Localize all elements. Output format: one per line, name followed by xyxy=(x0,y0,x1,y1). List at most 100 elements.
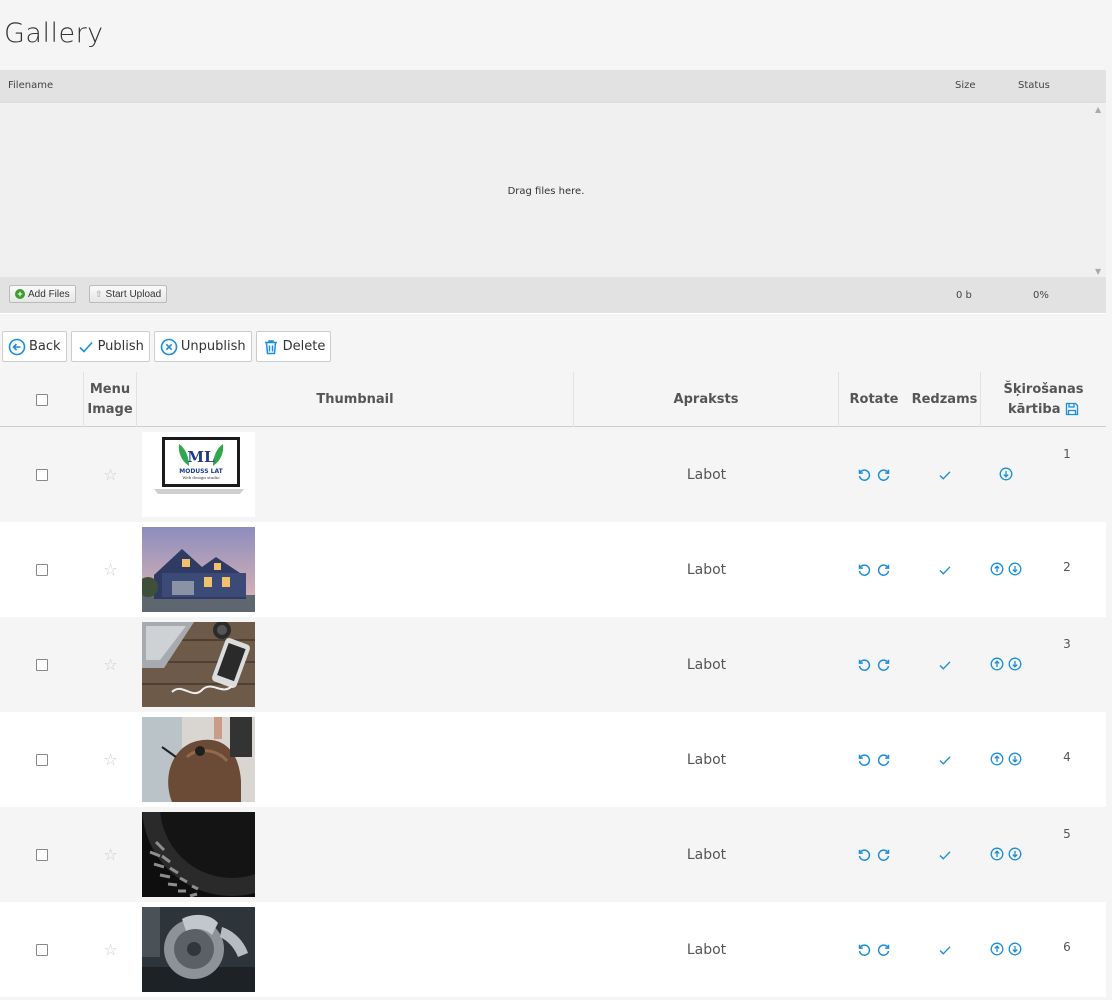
row-checkbox[interactable] xyxy=(36,563,48,576)
rotate-right-icon[interactable] xyxy=(877,753,891,767)
arrow-down-circle-icon[interactable] xyxy=(1008,847,1022,861)
arrow-up-circle-icon[interactable] xyxy=(990,657,1004,671)
th-order-label-2: kārtiba xyxy=(1007,401,1061,417)
brake-repair-photo[interactable] xyxy=(142,907,255,992)
order-input[interactable]: 2 xyxy=(1045,542,1089,592)
star-icon[interactable]: ☆ xyxy=(103,560,117,579)
page-title: Gallery xyxy=(4,18,104,49)
rotate-left-icon[interactable] xyxy=(857,943,871,957)
publish-button[interactable]: Publish xyxy=(70,331,150,362)
star-icon[interactable]: ☆ xyxy=(103,655,117,674)
back-button[interactable]: Back xyxy=(2,331,67,362)
upload-arrow-icon: ⇧ xyxy=(95,288,103,299)
row-checkbox[interactable] xyxy=(36,468,48,481)
rotate-right-icon[interactable] xyxy=(877,848,891,862)
check-icon[interactable] xyxy=(938,563,952,577)
table-row: ☆ Labot 3 xyxy=(0,617,1106,712)
rotate-left-icon[interactable] xyxy=(857,468,871,482)
menu-image-cell: ☆ xyxy=(84,522,137,617)
order-cell: 1 xyxy=(1045,427,1089,522)
th-order-label-1: Šķirošanas xyxy=(1003,382,1084,397)
publish-label: Publish xyxy=(97,339,144,354)
labot-link[interactable]: Labot xyxy=(687,847,726,863)
check-icon[interactable] xyxy=(938,658,952,672)
table-row: ☆ Labot 5 xyxy=(0,807,1106,902)
apraksts-cell: Labot xyxy=(574,807,839,902)
drop-zone[interactable]: Drag files here. ▲ ▼ xyxy=(0,102,1106,278)
x-circle-icon xyxy=(160,338,178,355)
row-checkbox[interactable] xyxy=(36,943,48,956)
order-input[interactable]: 6 xyxy=(1045,922,1089,972)
order-arrows-cell xyxy=(981,807,1031,902)
order-arrows-cell xyxy=(981,902,1031,997)
laptop-phone-photo[interactable] xyxy=(142,622,255,707)
hair-styling-photo[interactable] xyxy=(142,717,255,802)
th-apraksts[interactable]: Apraksts xyxy=(574,372,839,427)
rotate-right-icon[interactable] xyxy=(877,943,891,957)
arrow-up-circle-icon[interactable] xyxy=(990,562,1004,576)
apraksts-cell: Labot xyxy=(574,617,839,712)
scroll-up-icon[interactable]: ▲ xyxy=(1095,105,1101,114)
order-arrows-cell xyxy=(981,712,1031,807)
labot-link[interactable]: Labot xyxy=(687,752,726,768)
row-checkbox[interactable] xyxy=(36,848,48,861)
unpublish-button[interactable]: Unpublish xyxy=(153,331,252,362)
start-upload-label: Start Upload xyxy=(105,288,162,300)
add-files-button[interactable]: + Add Files xyxy=(9,285,76,303)
labot-link[interactable]: Labot xyxy=(687,467,726,483)
arrow-up-circle-icon[interactable] xyxy=(990,847,1004,861)
rotate-right-icon[interactable] xyxy=(877,563,891,577)
check-icon[interactable] xyxy=(938,943,952,957)
check-icon[interactable] xyxy=(938,753,952,767)
row-checkbox[interactable] xyxy=(36,753,48,766)
rotate-right-icon[interactable] xyxy=(877,468,891,482)
moduss-lat-logo[interactable]: ML MODUSS LAT Web design studio xyxy=(142,432,255,517)
rotate-left-icon[interactable] xyxy=(857,563,871,577)
thumbnail-cell: ML MODUSS LAT Web design studio xyxy=(142,427,255,522)
arrow-down-circle-icon[interactable] xyxy=(1008,562,1022,576)
th-menu-image[interactable]: Menu Image xyxy=(84,372,137,427)
arrow-down-circle-icon[interactable] xyxy=(1008,752,1022,766)
arrow-down-circle-icon[interactable] xyxy=(1008,657,1022,671)
arrow-down-circle-icon[interactable] xyxy=(1008,942,1022,956)
save-icon[interactable] xyxy=(1065,402,1079,416)
drop-zone-scrollbar[interactable]: ▲ ▼ xyxy=(1092,103,1106,278)
uploader-header: Filename Size Status xyxy=(0,70,1106,102)
th-redzams[interactable]: Redzams xyxy=(909,372,981,427)
rotate-left-icon[interactable] xyxy=(857,658,871,672)
delete-button[interactable]: Delete xyxy=(255,331,332,362)
arrow-up-circle-icon[interactable] xyxy=(990,752,1004,766)
th-order-line-2: kārtiba xyxy=(1008,400,1079,420)
labot-link[interactable]: Labot xyxy=(687,657,726,673)
labot-link[interactable]: Labot xyxy=(687,942,726,958)
arrow-down-circle-icon[interactable] xyxy=(999,467,1013,481)
row-checkbox[interactable] xyxy=(36,658,48,671)
select-all-checkbox[interactable] xyxy=(35,393,48,406)
rotate-cell xyxy=(839,427,909,522)
th-order[interactable]: Šķirošanas kārtiba xyxy=(981,372,1106,427)
redzams-cell xyxy=(909,522,981,617)
star-icon[interactable]: ☆ xyxy=(103,465,117,484)
arrow-up-circle-icon[interactable] xyxy=(990,942,1004,956)
check-icon[interactable] xyxy=(938,468,952,482)
house-photo[interactable] xyxy=(142,527,255,612)
star-icon[interactable]: ☆ xyxy=(103,750,117,769)
table-header: Menu Image Thumbnail Apraksts Rotate Red… xyxy=(0,372,1106,427)
start-upload-button[interactable]: ⇧ Start Upload xyxy=(89,285,168,303)
star-icon[interactable]: ☆ xyxy=(103,845,117,864)
star-icon[interactable]: ☆ xyxy=(103,940,117,959)
scroll-down-icon[interactable]: ▼ xyxy=(1095,267,1101,276)
th-thumbnail[interactable]: Thumbnail xyxy=(137,372,574,427)
trash-icon xyxy=(264,339,277,354)
check-icon[interactable] xyxy=(938,848,952,862)
row-select-cell xyxy=(0,522,84,617)
tire-photo[interactable] xyxy=(142,812,255,897)
rotate-left-icon[interactable] xyxy=(857,848,871,862)
thumbnail-cell xyxy=(142,712,255,807)
drop-zone-text: Drag files here. xyxy=(507,186,585,197)
rotate-left-icon[interactable] xyxy=(857,753,871,767)
labot-link[interactable]: Labot xyxy=(687,562,726,578)
rotate-right-icon[interactable] xyxy=(877,658,891,672)
total-size: 0 b xyxy=(956,290,972,301)
order-input[interactable]: 4 xyxy=(1045,732,1089,782)
